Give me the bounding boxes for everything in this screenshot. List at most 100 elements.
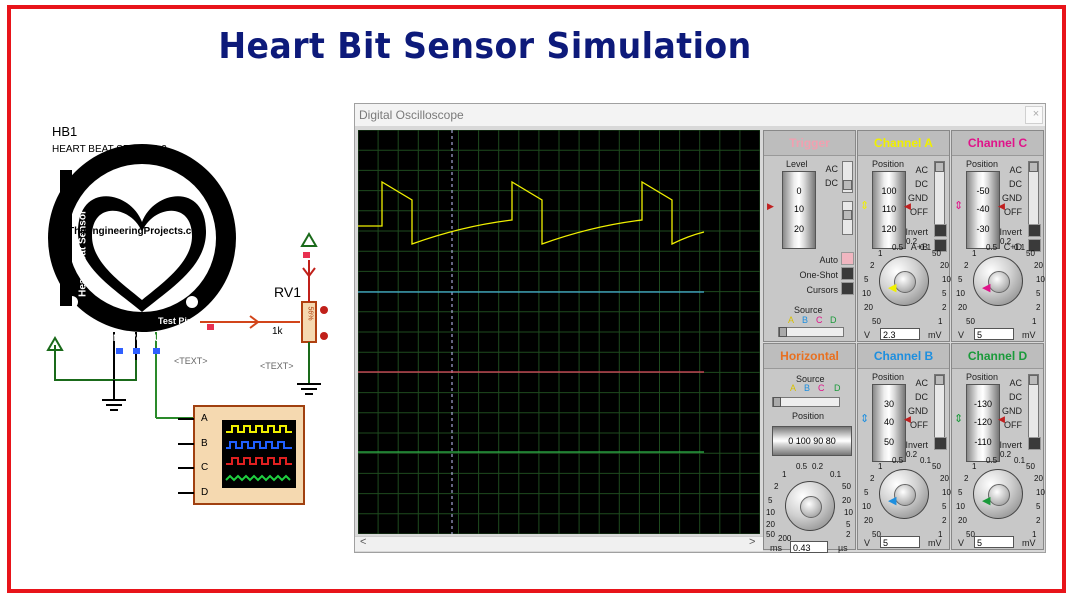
channel-a-ac-label: AC bbox=[915, 165, 928, 175]
channel-a-off-label: OFF bbox=[910, 207, 928, 217]
channel-c-coupling-switch[interactable] bbox=[1028, 161, 1039, 227]
channel-b-volts-knob[interactable] bbox=[879, 469, 929, 519]
channel-d-knob-tick: 10 bbox=[1036, 488, 1045, 497]
channel-a-coupling-switch[interactable] bbox=[934, 161, 945, 227]
horizontal-panel: Horizontal Source A B C D Position 0 100… bbox=[763, 343, 856, 553]
channel-a-knob-tick: 1 bbox=[938, 317, 943, 326]
rv1-value: 1k bbox=[272, 326, 283, 337]
channel-b-ac-label: AC bbox=[915, 378, 928, 388]
channel-c-knob-tick: 2 bbox=[964, 261, 969, 270]
channel-d-value-field[interactable]: 5 bbox=[974, 536, 1014, 548]
horizontal-source-slider[interactable] bbox=[772, 397, 840, 407]
channel-d-knob-tick: 0.1 bbox=[1014, 456, 1026, 465]
channel-a-knob-tick: 20 bbox=[864, 303, 873, 312]
channel-b-panel: Channel B Position 30 40 50 ⇕ ◀ AC DC GND OFF In… bbox=[857, 343, 951, 550]
trigger-cursors-button[interactable] bbox=[841, 282, 854, 295]
channel-a-knob-tick: 2 bbox=[942, 303, 947, 312]
oscilloscope-title-bar: Digital Oscilloscope × bbox=[355, 104, 1045, 126]
channel-a-invert-label: Invert bbox=[905, 227, 928, 237]
channel-d-offset-arrows-icon: ⇕ bbox=[954, 413, 964, 425]
channel-c-knob-tick: 1 bbox=[1032, 317, 1037, 326]
scope-pin-d: D bbox=[201, 487, 209, 498]
channel-c-value-field[interactable]: 5 bbox=[974, 328, 1014, 340]
trigger-edge-switch[interactable] bbox=[842, 201, 853, 235]
sensor-side-label: Heart Beat Sensor bbox=[77, 210, 89, 297]
scope-pin-a: A bbox=[201, 413, 208, 424]
channel-d-knob-tick: 0.2 bbox=[1000, 450, 1012, 459]
trigger-coupling-switch[interactable] bbox=[842, 161, 853, 193]
trigger-source-label: Source bbox=[794, 305, 823, 315]
trigger-dc-label: DC bbox=[825, 178, 838, 188]
channel-a-knob-tick: 0.1 bbox=[920, 243, 932, 252]
trigger-oneshot-button[interactable] bbox=[841, 267, 854, 280]
scroll-left-icon[interactable]: < bbox=[360, 536, 366, 548]
channel-d-unit-right: mV bbox=[1022, 538, 1036, 548]
channel-d-off-label: OFF bbox=[1004, 420, 1022, 430]
channel-b-coupling-switch[interactable] bbox=[934, 374, 945, 440]
channel-a-invert-button[interactable] bbox=[934, 224, 947, 237]
channel-b-knob-tick: 5 bbox=[864, 488, 869, 497]
channel-a-knob-tick: 5 bbox=[864, 275, 869, 284]
mount-hole bbox=[186, 296, 198, 308]
trigger-source-slider[interactable] bbox=[778, 327, 844, 337]
channel-a-knob-tick: 50 bbox=[872, 317, 881, 326]
channel-d-invert-button[interactable] bbox=[1028, 437, 1041, 450]
scroll-right-icon[interactable]: > bbox=[749, 536, 755, 548]
channel-c-knob-tick: 20 bbox=[958, 303, 967, 312]
channel-d-coupling-switch[interactable] bbox=[1028, 374, 1039, 440]
trigger-auto-button[interactable] bbox=[841, 252, 854, 265]
pin-out-label: OUT bbox=[147, 333, 166, 343]
channel-b-knob-tick: 20 bbox=[864, 516, 873, 525]
channel-b-knob-tick: 0.5 bbox=[892, 456, 904, 465]
channel-d-knob-tick: 20 bbox=[958, 516, 967, 525]
channel-d-gnd-label: GND bbox=[1002, 406, 1022, 416]
channel-d-knob-tick: 2 bbox=[964, 474, 969, 483]
channel-c-unit-left: V bbox=[958, 330, 965, 340]
horizontal-scrollbar[interactable]: < > bbox=[355, 536, 763, 551]
channel-b-unit-right: mV bbox=[928, 538, 942, 548]
horizontal-position-label: Position bbox=[792, 411, 825, 421]
channel-d-knob-tick: 5 bbox=[1036, 502, 1041, 511]
scope-pin-c: C bbox=[201, 462, 209, 473]
channel-b-invert-button[interactable] bbox=[934, 437, 947, 450]
channel-a-value-field[interactable]: 2.3 bbox=[880, 328, 920, 340]
close-icon[interactable]: × bbox=[1025, 106, 1043, 124]
pin-gnd-label: GND bbox=[106, 333, 126, 343]
channel-a-knob-tick: 0.2 bbox=[906, 237, 918, 246]
channel-d-volts-knob[interactable] bbox=[973, 469, 1023, 519]
channel-a-knob-tick: 20 bbox=[940, 261, 949, 270]
scope-pin-b: B bbox=[201, 438, 208, 449]
channel-a-knob-tick: 2 bbox=[870, 261, 875, 270]
channel-c-volts-knob[interactable] bbox=[973, 256, 1023, 306]
channel-b-dc-label: DC bbox=[915, 392, 928, 402]
channel-c-knob-tick: 10 bbox=[1036, 275, 1045, 284]
hb1-name: HEART BEAT SENSOR 2 bbox=[52, 144, 167, 155]
channel-c-off-label: OFF bbox=[1004, 207, 1022, 217]
channel-b-knob-tick: 0.2 bbox=[906, 450, 918, 459]
channel-b-value-field[interactable]: 5 bbox=[880, 536, 920, 548]
channel-d-knob-tick: 10 bbox=[956, 502, 965, 511]
channel-d-panel: Channel D Position -130 -120 -110 ⇕ ◀ AC DC GN… bbox=[951, 343, 1045, 550]
channel-c-knob-tick: 0.2 bbox=[1000, 237, 1012, 246]
channel-a-knob-tick: 0.5 bbox=[892, 243, 904, 252]
channel-b-knob-tick: 2 bbox=[942, 516, 947, 525]
channel-c-knob-tick: 50 bbox=[1026, 249, 1035, 258]
channel-c-invert-label: Invert bbox=[999, 227, 1022, 237]
timebase-value-field[interactable]: 0.43 bbox=[790, 541, 828, 553]
channel-a-volts-knob[interactable] bbox=[879, 256, 929, 306]
channel-d-knob-tick: 1 bbox=[972, 462, 977, 471]
channel-b-knob-tick: 10 bbox=[862, 502, 871, 511]
channel-a-trace bbox=[358, 180, 705, 246]
channel-c-panel: Channel C Position -50 -40 -30 ⇕ ◀ AC DC GND OF… bbox=[951, 130, 1045, 342]
timebase-knob[interactable] bbox=[785, 481, 835, 531]
trigger-oneshot-label: One-Shot bbox=[799, 270, 838, 280]
channel-c-invert-button[interactable] bbox=[1028, 224, 1041, 237]
scope-display bbox=[357, 129, 761, 535]
timebase-unit-right: µs bbox=[838, 543, 848, 553]
channel-d-unit-left: V bbox=[958, 538, 965, 548]
channel-b-knob-tick: 5 bbox=[942, 502, 947, 511]
channel-a-unit-right: mV bbox=[928, 330, 942, 340]
channel-c-knob-tick: 0.1 bbox=[1014, 243, 1026, 252]
horizontal-position-drum[interactable]: 0 100 90 80 bbox=[772, 426, 852, 456]
channel-c-offset-arrows-icon: ⇕ bbox=[954, 200, 964, 212]
